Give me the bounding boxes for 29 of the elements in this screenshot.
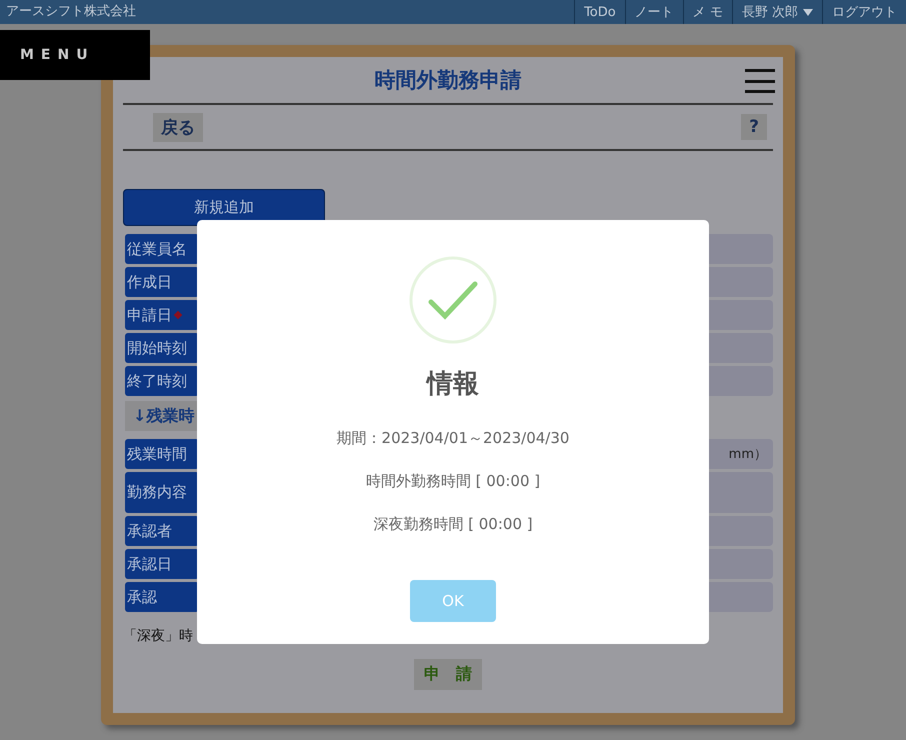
dialog-title: 情報: [427, 368, 479, 401]
field-label: 承認者: [125, 516, 199, 546]
field-label: 残業時間: [125, 439, 199, 469]
field-label: 承認: [125, 582, 199, 612]
caret-icon: [803, 8, 813, 16]
menu-button[interactable]: MENU: [0, 30, 150, 80]
dialog-message: 時間外勤務時間 [ 00:00 ]: [366, 472, 540, 491]
nav-link[interactable]: ノート: [624, 0, 683, 24]
note-text: 「深夜」時: [123, 627, 194, 645]
nav-link[interactable]: メ モ: [682, 0, 732, 24]
field-label: 従業員名: [125, 234, 199, 264]
page-title: 時間外勤務申請: [374, 67, 522, 94]
field-label: 申請日: [125, 300, 199, 330]
add-button[interactable]: 新規追加: [123, 189, 325, 226]
menu-icon[interactable]: [745, 69, 775, 93]
dialog-message: 深夜勤務時間 [ 00:00 ]: [373, 515, 533, 534]
field-label: 作成日: [125, 267, 199, 297]
company-name: アースシフト株式会社: [5, 3, 137, 21]
field-label: 終了時刻: [125, 366, 199, 396]
user-menu[interactable]: 長野 次郎: [732, 0, 822, 24]
nav-link[interactable]: ログアウト: [822, 0, 906, 24]
nav-link[interactable]: ToDo: [574, 0, 625, 24]
field-label: 勤務内容: [125, 472, 199, 513]
field-label: 承認日: [125, 549, 199, 579]
success-check-icon: [409, 256, 497, 344]
dialog-message: 期間：2023/04/01～2023/04/30: [336, 429, 570, 448]
back-button[interactable]: 戻る: [153, 112, 203, 142]
help-button[interactable]: ?: [741, 114, 767, 140]
field-label: 開始時刻: [125, 333, 199, 363]
